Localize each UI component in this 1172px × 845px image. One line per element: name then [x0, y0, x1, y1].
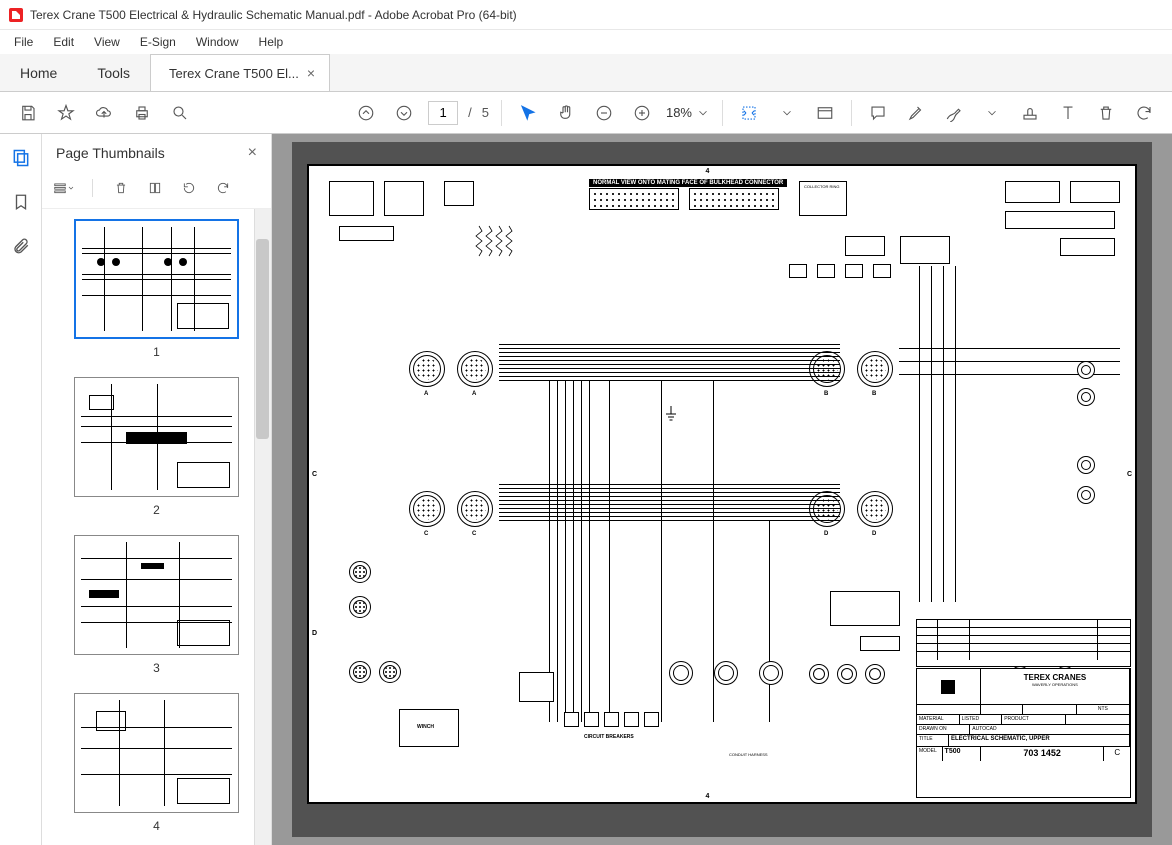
thumbnails-title: Page Thumbnails: [56, 145, 165, 161]
circuit-breakers-label: CIRCUIT BREAKERS: [584, 734, 634, 740]
zoom-in-button[interactable]: [624, 95, 660, 131]
bookmarks-rail-button[interactable]: [7, 188, 35, 216]
tab-document[interactable]: Terex Crane T500 El... ×: [150, 54, 330, 91]
thumbnail-label: 1: [153, 345, 160, 359]
rotate-button[interactable]: [1126, 95, 1162, 131]
comment-button[interactable]: [860, 95, 896, 131]
save-button[interactable]: [10, 95, 46, 131]
page-separator: /: [468, 105, 472, 120]
fit-dropdown-icon[interactable]: [769, 95, 805, 131]
star-button[interactable]: [48, 95, 84, 131]
draw-button[interactable]: [936, 95, 972, 131]
thumbnail-image: [74, 535, 239, 655]
attachments-rail-button[interactable]: [7, 232, 35, 260]
highlight-button[interactable]: [898, 95, 934, 131]
fit-width-button[interactable]: [731, 95, 767, 131]
thumb-scrollbar[interactable]: [254, 209, 271, 845]
menu-edit[interactable]: Edit: [45, 33, 82, 51]
tabbar: Home Tools Terex Crane T500 El... ×: [0, 54, 1172, 92]
window-title: Terex Crane T500 Electrical & Hydraulic …: [30, 8, 517, 22]
page-up-button[interactable]: [348, 95, 384, 131]
thumbnails-close-icon[interactable]: ×: [248, 144, 257, 162]
tab-document-label: Terex Crane T500 El...: [169, 66, 299, 81]
menu-window[interactable]: Window: [188, 33, 247, 51]
thumb-extract-button[interactable]: [143, 176, 167, 200]
stamp-button[interactable]: [1012, 95, 1048, 131]
pdf-file-icon: [8, 7, 24, 23]
zoom-out-button[interactable]: [586, 95, 622, 131]
page-number-input[interactable]: [428, 101, 458, 125]
thumbnails-panel: Page Thumbnails ×: [42, 134, 272, 845]
title-block: TEREX CRANES WAVERLY OPERATIONS NTS MATE…: [916, 668, 1131, 798]
zoom-dropdown[interactable]: 18%: [662, 103, 714, 122]
menu-esign[interactable]: E-Sign: [132, 33, 184, 51]
print-button[interactable]: [124, 95, 160, 131]
thumbnail-page-2[interactable]: 2: [50, 377, 263, 517]
left-nav-rail: [0, 134, 42, 845]
thumbnail-page-4[interactable]: 4: [50, 693, 263, 833]
content-area: Page Thumbnails ×: [0, 134, 1172, 845]
thumbnails-toolbar: [42, 172, 271, 209]
delete-button[interactable]: [1088, 95, 1124, 131]
thumbnail-page-1[interactable]: 1: [50, 219, 263, 359]
thumbnails-rail-button[interactable]: [7, 144, 35, 172]
main-toolbar: / 5 18%: [0, 92, 1172, 134]
cloud-button[interactable]: [86, 95, 122, 131]
page-down-button[interactable]: [386, 95, 422, 131]
select-tool-button[interactable]: [510, 95, 546, 131]
thumbnail-image: [74, 219, 239, 339]
document-page: C D C 4 4 NORMAL VIEW ONTO MATING FACE O…: [292, 142, 1152, 837]
menubar: File Edit View E-Sign Window Help: [0, 30, 1172, 54]
zoom-value: 18%: [666, 105, 692, 120]
find-button[interactable]: [162, 95, 198, 131]
menu-view[interactable]: View: [86, 33, 128, 51]
hand-tool-button[interactable]: [548, 95, 584, 131]
header-label: NORMAL VIEW ONTO MATING FACE OF BULKHEAD…: [589, 179, 787, 187]
tab-close-icon[interactable]: ×: [307, 65, 315, 81]
schematic-drawing: C D C 4 4 NORMAL VIEW ONTO MATING FACE O…: [307, 164, 1137, 804]
page-total: 5: [482, 105, 489, 120]
thumb-scroll-handle[interactable]: [256, 239, 269, 439]
conduit-harness-label: CONDUIT HARNESS: [729, 752, 768, 757]
thumbnail-label: 4: [153, 819, 160, 833]
draw-dropdown-icon[interactable]: [974, 95, 1010, 131]
tab-home[interactable]: Home: [0, 54, 77, 91]
menu-file[interactable]: File: [6, 33, 41, 51]
thumbnail-list[interactable]: 1 2 3 4: [42, 209, 271, 845]
window-titlebar: Terex Crane T500 Electrical & Hydraulic …: [0, 0, 1172, 30]
document-viewport[interactable]: C D C 4 4 NORMAL VIEW ONTO MATING FACE O…: [272, 134, 1172, 845]
thumb-options-button[interactable]: [52, 176, 76, 200]
collector-ring-label: COLLECTOR RING: [804, 184, 840, 189]
thumb-delete-button[interactable]: [109, 176, 133, 200]
text-button[interactable]: [1050, 95, 1086, 131]
thumb-rotate-ccw-button[interactable]: [177, 176, 201, 200]
winch-label: WINCH: [417, 724, 434, 730]
tab-tools[interactable]: Tools: [77, 54, 150, 91]
thumb-rotate-cw-button[interactable]: [211, 176, 235, 200]
thumbnails-header: Page Thumbnails ×: [42, 134, 271, 172]
menu-help[interactable]: Help: [251, 33, 292, 51]
thumbnail-label: 3: [153, 661, 160, 675]
thumbnail-image: [74, 693, 239, 813]
read-mode-button[interactable]: [807, 95, 843, 131]
thumbnail-page-3[interactable]: 3: [50, 535, 263, 675]
thumbnail-label: 2: [153, 503, 160, 517]
thumbnail-image: [74, 377, 239, 497]
